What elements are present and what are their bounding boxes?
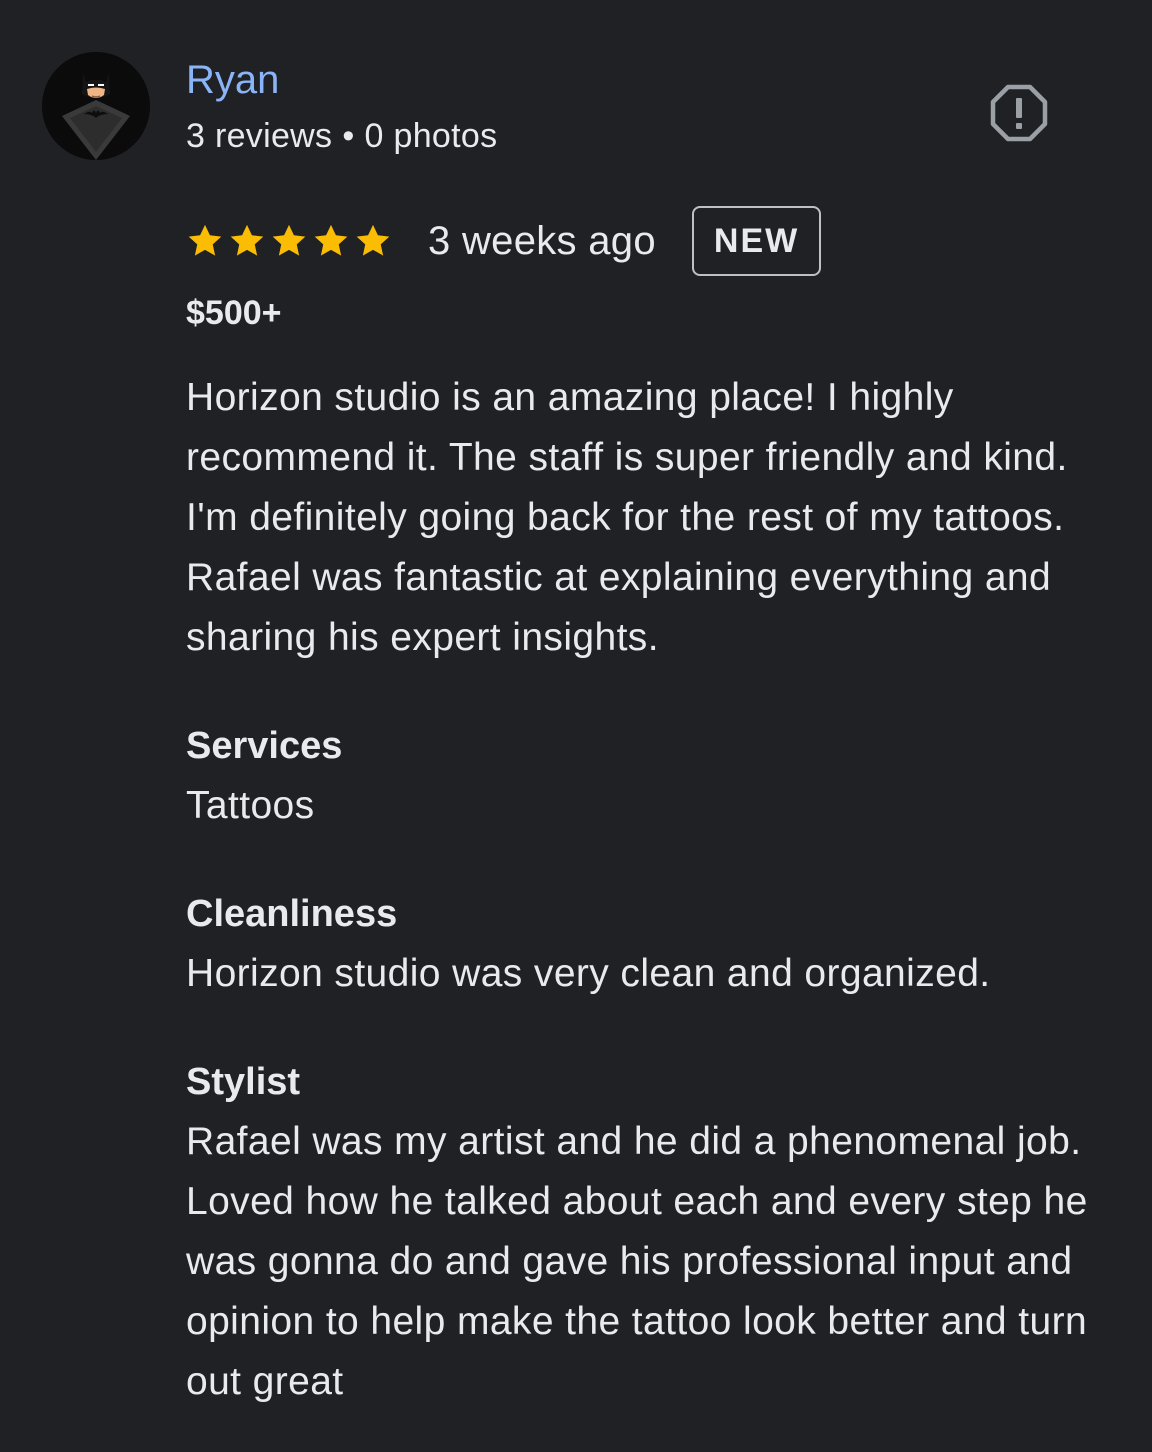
star-icon (356, 224, 390, 256)
photos-count: 0 photos (364, 117, 498, 155)
review-card: Ryan 3 reviews • 0 photos 3 weeks ago NEW … (0, 0, 1152, 1452)
rating-row: 3 weeks ago NEW (186, 204, 822, 278)
review-date: 3 weeks ago (428, 219, 656, 263)
batman-avatar-icon[interactable] (42, 52, 150, 160)
cleanliness-heading: Cleanliness (186, 893, 398, 935)
new-badge: NEW (691, 206, 822, 276)
star-icon (188, 224, 222, 256)
star-icon (314, 224, 348, 256)
star-rating (186, 222, 392, 260)
price-range: $500+ (186, 294, 282, 332)
services-heading: Services (186, 725, 343, 767)
cleanliness-value: Horizon studio was very clean and organi… (186, 952, 991, 995)
star-icon (230, 224, 264, 256)
author-stats: 3 reviews • 0 photos (186, 116, 497, 156)
stylist-value: Rafael was my artist and he did a phenom… (186, 1120, 1088, 1403)
services-value: Tattoos (186, 784, 315, 827)
review-text: Horizon studio is an amazing place! I hi… (186, 376, 1068, 659)
star-icon (272, 224, 306, 256)
author-name[interactable]: Ryan (186, 56, 279, 104)
meta-separator: • (342, 117, 355, 155)
stylist-heading: Stylist (186, 1061, 301, 1103)
report-icon[interactable] (990, 84, 1048, 142)
reviews-count: 3 reviews (186, 117, 333, 155)
